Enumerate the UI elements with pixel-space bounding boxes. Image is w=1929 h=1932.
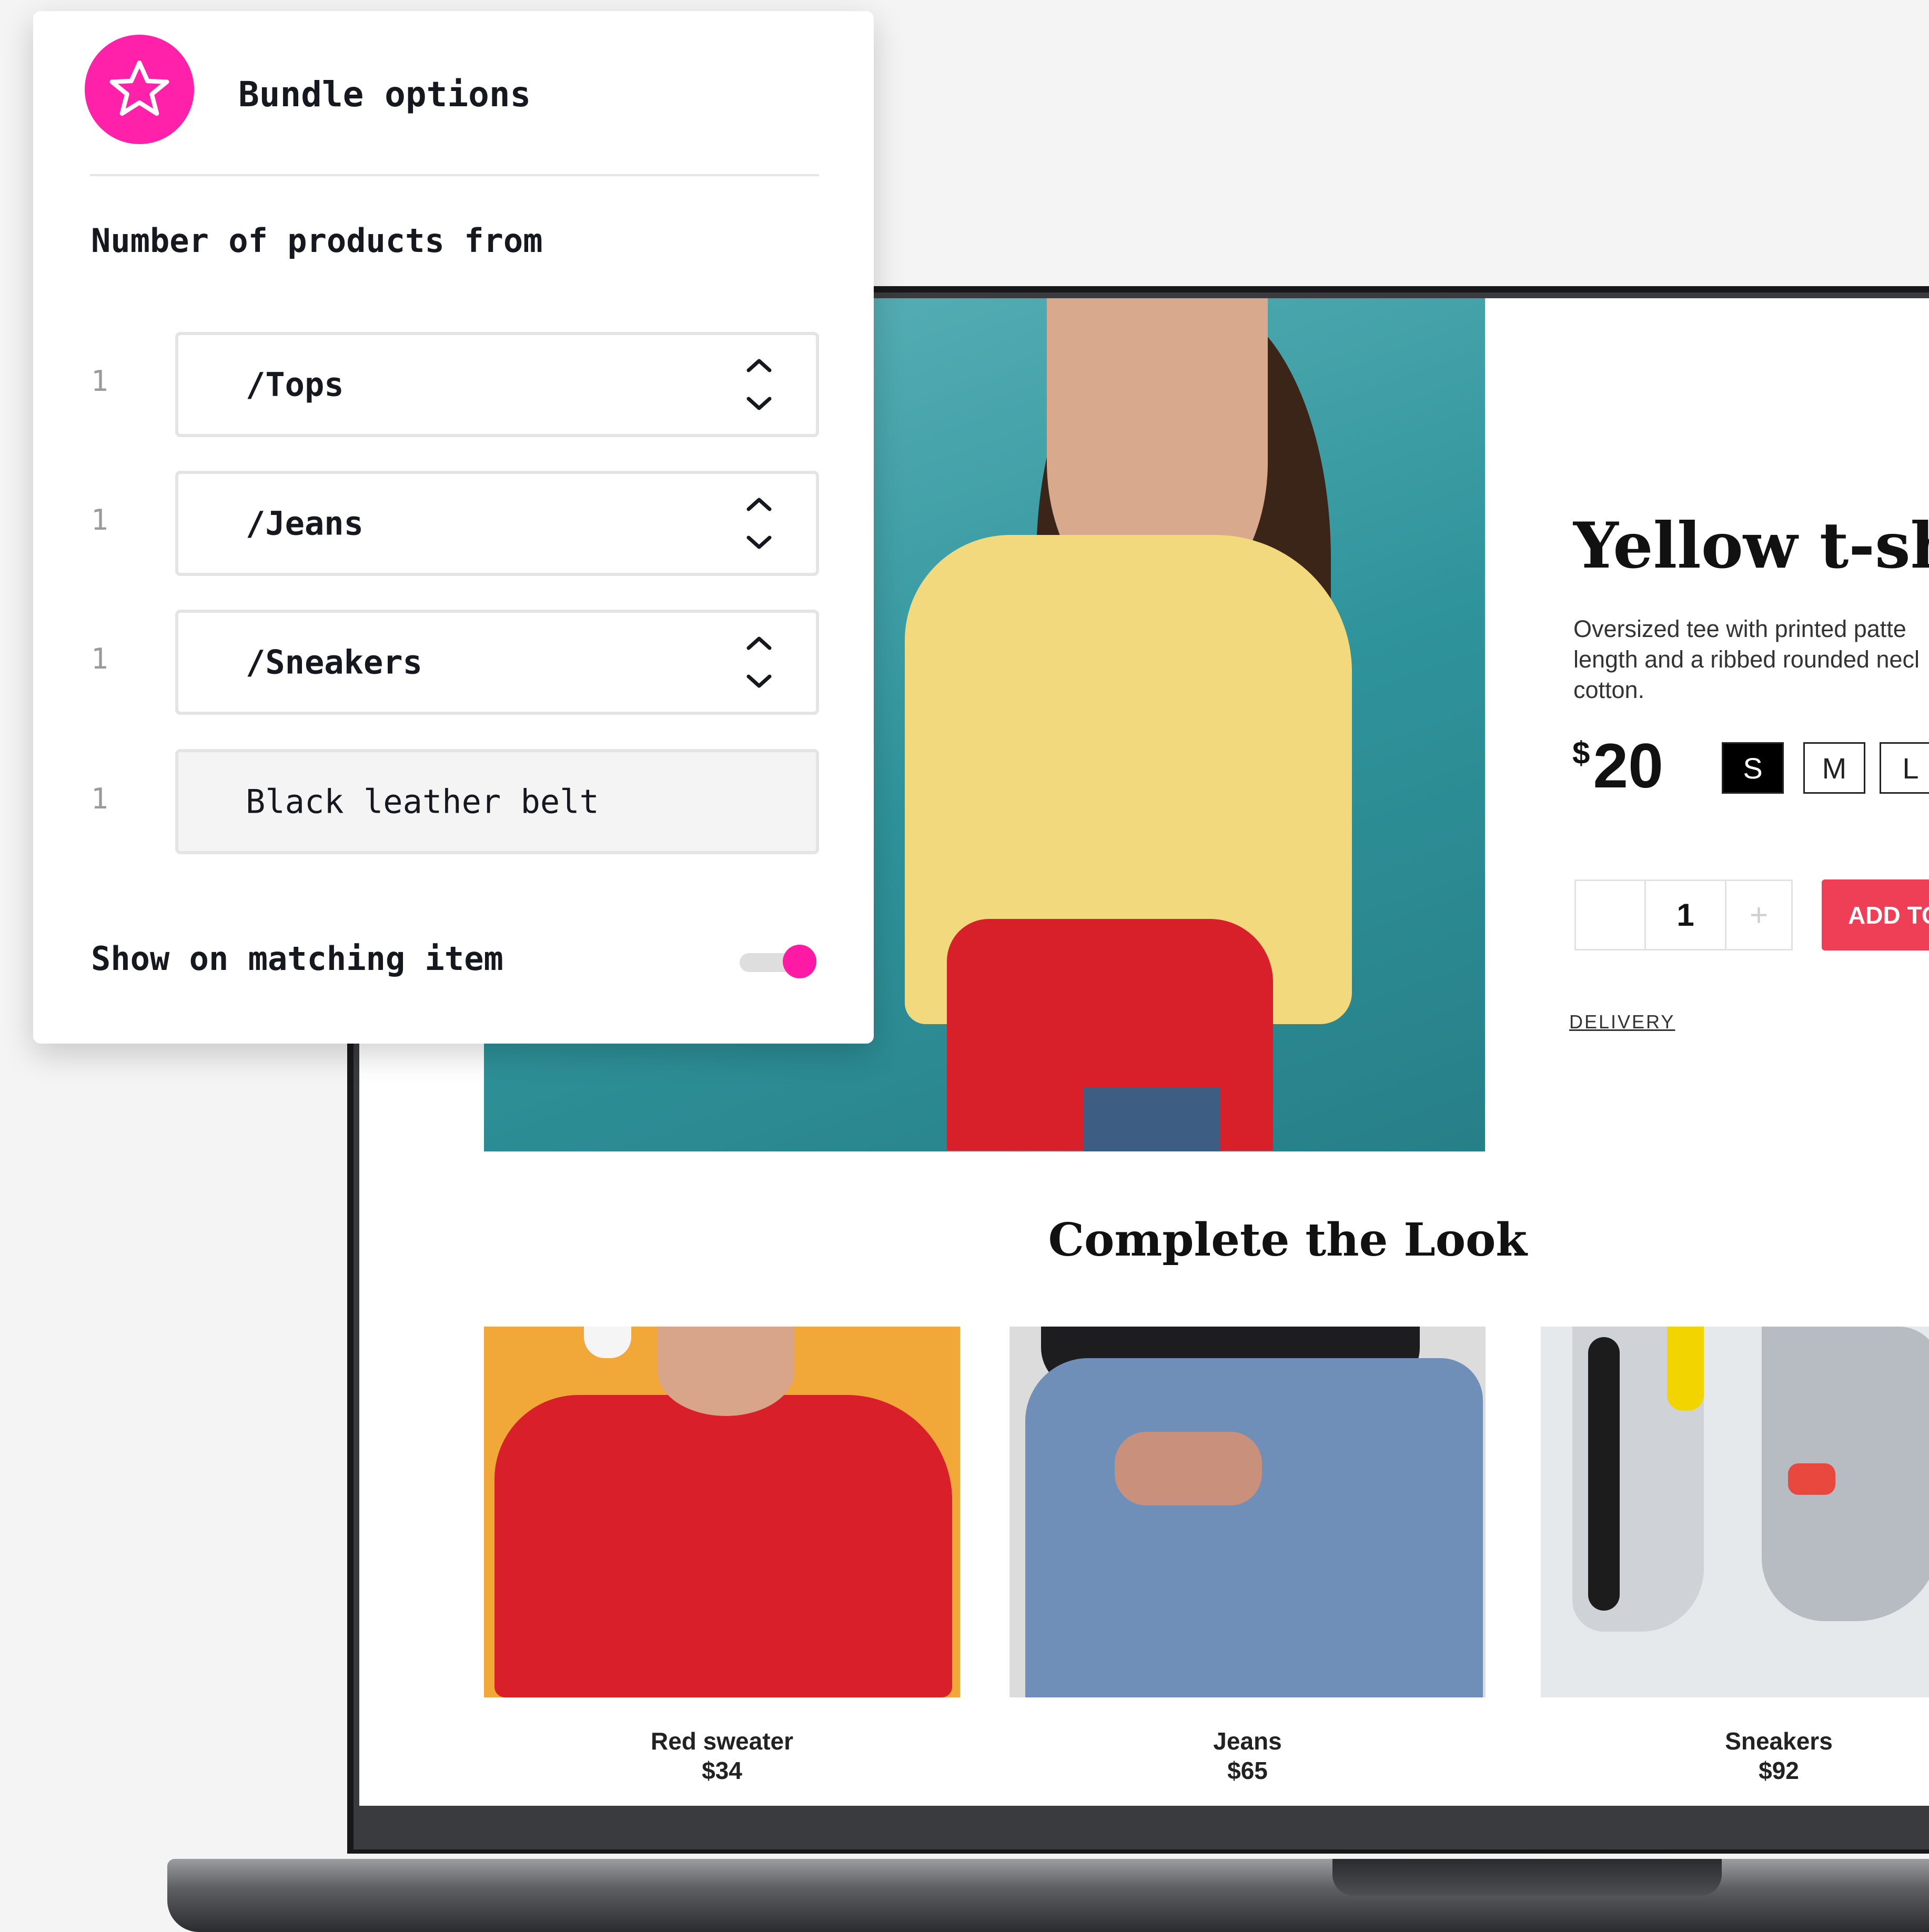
- star-icon: [85, 35, 194, 144]
- size-option-m[interactable]: M: [1803, 742, 1865, 794]
- field-value: Black leather belt: [246, 782, 599, 821]
- select-value: /Sneakers: [246, 643, 422, 682]
- panel-title: Bundle options: [238, 74, 531, 115]
- collection-select-jeans[interactable]: /Jeans: [175, 471, 819, 576]
- model-jeans: [1084, 1087, 1220, 1151]
- look-item-card[interactable]: Red sweater $34: [484, 1327, 960, 1785]
- select-value: /Tops: [246, 365, 344, 404]
- chevron-up-down-icon[interactable]: [744, 633, 774, 691]
- quantity-decrease-button[interactable]: [1576, 881, 1646, 949]
- toggle-label: Show on matching item: [91, 939, 503, 978]
- sneaker-left-lace-shape: [1588, 1337, 1620, 1611]
- product-description: Oversized tee with printed patte length …: [1573, 615, 1920, 703]
- add-to-cart-button[interactable]: ADD TO: [1822, 879, 1929, 950]
- sneaker-right-shape: [1762, 1327, 1929, 1621]
- look-item-name: Jeans: [1213, 1727, 1282, 1755]
- quantity-stepper: 1 +: [1574, 879, 1793, 950]
- product-field-belt[interactable]: Black leather belt: [175, 749, 819, 854]
- look-item-name: Red sweater: [650, 1727, 793, 1755]
- row-count: 1: [91, 503, 108, 537]
- show-on-matching-item-toggle[interactable]: [740, 945, 816, 978]
- toggle-knob: [783, 945, 816, 978]
- quantity-value[interactable]: 1: [1646, 881, 1726, 949]
- section-label: Number of products from: [91, 221, 543, 260]
- chevron-up-down-icon[interactable]: [744, 494, 774, 552]
- collection-select-tops[interactable]: /Tops: [175, 332, 819, 437]
- collection-select-sneakers[interactable]: /Sneakers: [175, 610, 819, 715]
- red-sweater-image[interactable]: [484, 1327, 960, 1697]
- sweater-shape: [494, 1395, 952, 1697]
- sneakers-image[interactable]: [1541, 1327, 1929, 1697]
- look-item-name: Sneakers: [1725, 1727, 1833, 1755]
- panel-divider: [90, 174, 819, 176]
- look-item-price: $65: [1227, 1757, 1268, 1784]
- sneaker-yellow-accent: [1667, 1327, 1704, 1411]
- headphones-shape: [584, 1327, 631, 1358]
- jeans-shape: [1025, 1358, 1483, 1697]
- look-item-card[interactable]: Jeans $65: [1009, 1327, 1486, 1785]
- model-face-shape: [658, 1327, 794, 1416]
- row-count: 1: [91, 365, 108, 398]
- row-count: 1: [91, 642, 108, 675]
- price-currency: $: [1572, 735, 1590, 771]
- product-price: $20: [1572, 730, 1663, 802]
- product-title: Yellow t-shi: [1573, 509, 1929, 583]
- row-count: 1: [91, 782, 108, 815]
- complete-the-look-heading: Complete the Look: [1048, 1213, 1527, 1267]
- look-item-price: $34: [702, 1757, 742, 1784]
- size-option-s[interactable]: S: [1722, 742, 1784, 794]
- jeans-image[interactable]: [1009, 1327, 1486, 1697]
- delivery-link[interactable]: DELIVERY: [1569, 1011, 1675, 1033]
- look-item-card[interactable]: Sneakers $92: [1541, 1327, 1929, 1785]
- quantity-increase-button[interactable]: +: [1726, 881, 1791, 949]
- select-value: /Jeans: [246, 504, 363, 543]
- chevron-up-down-icon[interactable]: [744, 356, 774, 413]
- bundle-options-panel: Bundle options Number of products from 1…: [33, 11, 874, 1044]
- look-item-price: $92: [1759, 1757, 1799, 1784]
- laptop-hinge-notch: [1332, 1859, 1722, 1896]
- size-option-l[interactable]: L: [1880, 742, 1929, 794]
- sneaker-red-accent: [1788, 1463, 1835, 1495]
- hand-shape: [1115, 1432, 1262, 1505]
- price-amount: 20: [1593, 731, 1663, 801]
